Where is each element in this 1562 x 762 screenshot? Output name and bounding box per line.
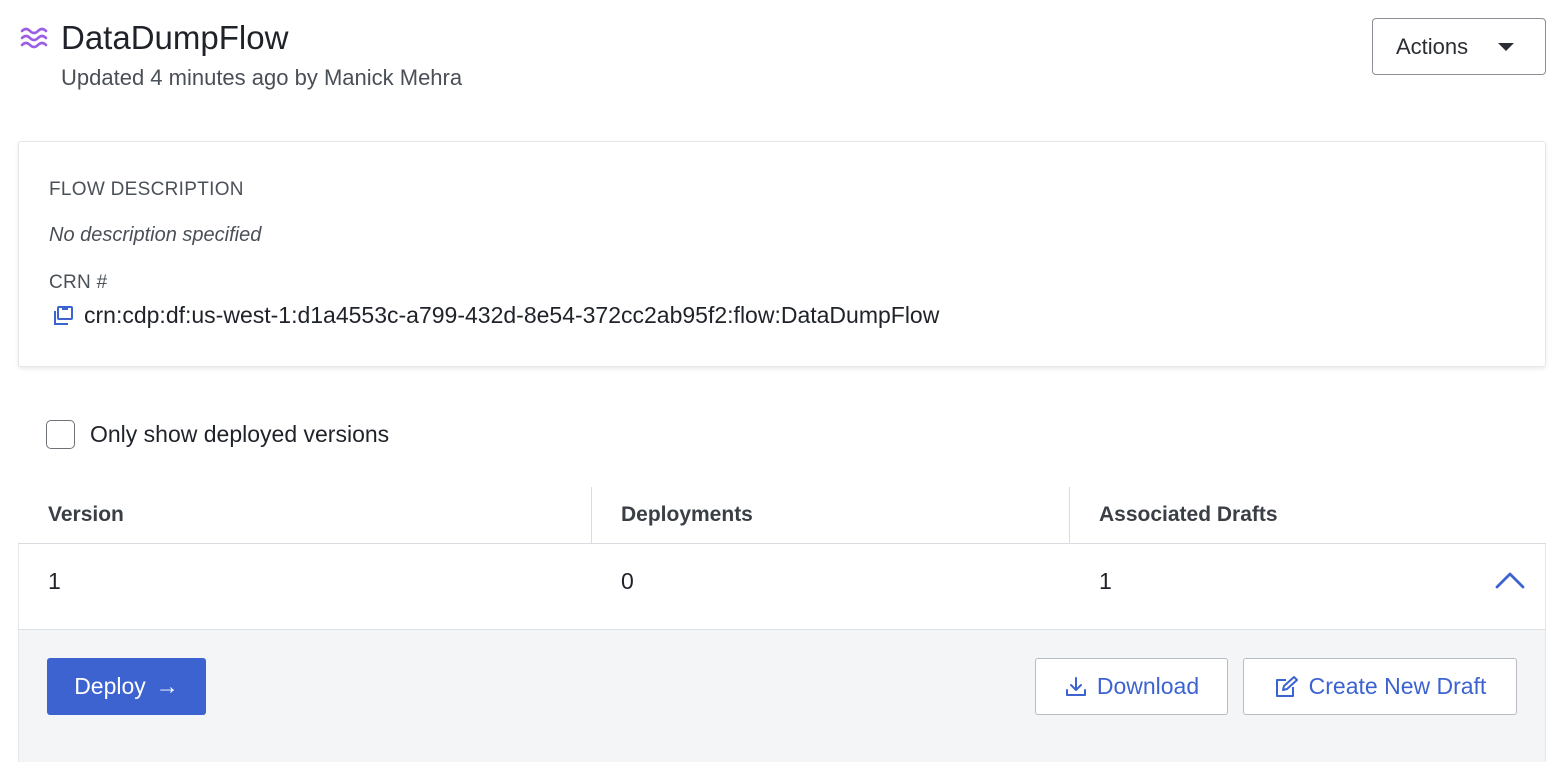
table-row[interactable]: 1 0 1 <box>18 544 1546 630</box>
actions-dropdown-button[interactable]: Actions <box>1372 18 1546 75</box>
arrow-right-icon: → <box>155 673 179 699</box>
only-deployed-label[interactable]: Only show deployed versions <box>90 421 389 448</box>
create-new-draft-label: Create New Draft <box>1308 673 1487 699</box>
flow-details-page: DataDumpFlow Updated 4 minutes ago by Ma… <box>0 0 1562 762</box>
column-header-deployments[interactable]: Deployments <box>621 503 753 527</box>
column-header-version[interactable]: Version <box>48 503 124 527</box>
table-header: Version Deployments Associated Drafts <box>18 487 1546 544</box>
only-deployed-checkbox[interactable] <box>46 420 75 449</box>
waves-icon <box>20 27 48 49</box>
deploy-label: Deploy <box>74 673 146 699</box>
column-divider <box>1069 487 1070 544</box>
actions-label: Actions <box>1396 33 1469 59</box>
column-divider <box>591 487 592 544</box>
flow-header: DataDumpFlow Updated 4 minutes ago by Ma… <box>20 18 1546 90</box>
edit-icon <box>1275 675 1298 697</box>
expanded-row-actions: Deploy → Download Create New Draft <box>18 630 1546 762</box>
associated-drafts-cell: 1 <box>1099 568 1112 594</box>
flow-description-card: FLOW DESCRIPTION No description specifie… <box>18 141 1546 367</box>
create-new-draft-button[interactable]: Create New Draft <box>1243 658 1517 715</box>
flow-description-value: No description specified <box>49 224 262 246</box>
deploy-button[interactable]: Deploy → <box>47 658 206 715</box>
copy-icon[interactable] <box>51 304 75 328</box>
download-icon <box>1065 676 1086 696</box>
column-header-associated-drafts[interactable]: Associated Drafts <box>1099 503 1278 527</box>
only-deployed-filter[interactable]: Only show deployed versions <box>46 420 389 449</box>
download-label: Download <box>1096 673 1200 699</box>
crn-row: crn:cdp:df:us-west-1:d1a4553c-a799-432d-… <box>51 302 939 329</box>
chevron-up-icon[interactable] <box>1495 570 1525 590</box>
updated-info: Updated 4 minutes ago by Manick Mehra <box>61 65 463 90</box>
page-title: DataDumpFlow <box>61 19 289 56</box>
download-button[interactable]: Download <box>1035 658 1228 715</box>
version-cell: 1 <box>48 568 61 594</box>
flow-description-label: FLOW DESCRIPTION <box>49 179 244 200</box>
deployments-cell: 0 <box>621 568 634 594</box>
crn-label: CRN # <box>49 272 108 293</box>
crn-value: crn:cdp:df:us-west-1:d1a4553c-a799-432d-… <box>84 302 940 328</box>
versions-table: Version Deployments Associated Drafts 1 … <box>18 487 1546 762</box>
caret-down-icon <box>1498 43 1514 51</box>
